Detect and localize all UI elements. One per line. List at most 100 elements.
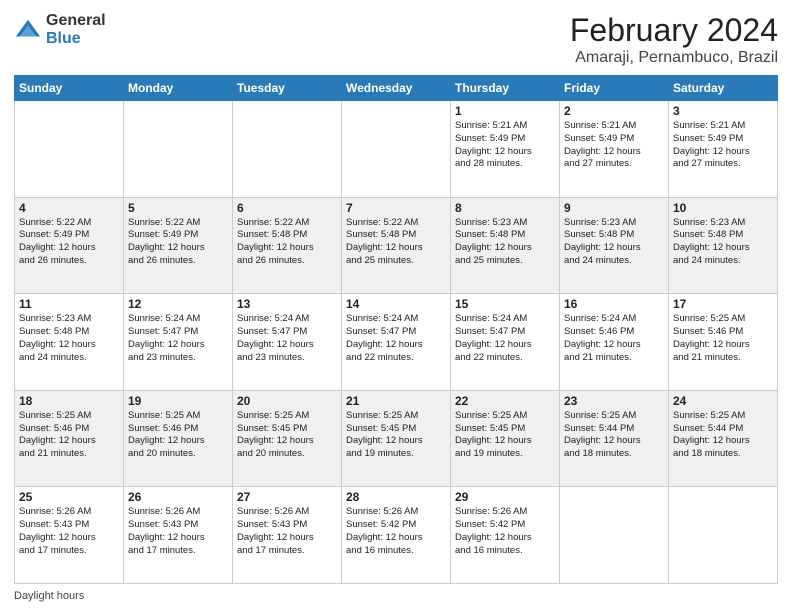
calendar-cell: 6Sunrise: 5:22 AMSunset: 5:48 PMDaylight…: [233, 197, 342, 294]
day-number: 11: [19, 297, 119, 311]
header: General Blue February 2024 Amaraji, Pern…: [14, 12, 778, 67]
calendar-week-row: 1 Sunrise: 5:21 AMSunset: 5:49 PMDaylight…: [15, 101, 778, 198]
day-header-thursday: Thursday: [451, 76, 560, 101]
calendar-week-row: 11 Sunrise: 5:23 AMSunset: 5:48 PMDayligh…: [15, 294, 778, 391]
day-number: 20: [237, 394, 337, 408]
day-info: Sunrise: 5:24 AMSunset: 5:47 PMDaylight:…: [237, 313, 337, 364]
calendar-cell: 13 Sunrise: 5:24 AMSunset: 5:47 PMDayligh…: [233, 294, 342, 391]
day-info: Sunrise: 5:21 AMSunset: 5:49 PMDaylight:…: [673, 120, 773, 171]
calendar-week-row: 18 Sunrise: 5:25 AMSunset: 5:46 PMDayligh…: [15, 390, 778, 487]
day-number: 24: [673, 394, 773, 408]
calendar-cell: 15 Sunrise: 5:24 AMSunset: 5:47 PMDayligh…: [451, 294, 560, 391]
day-number: 25: [19, 490, 119, 504]
logo-general: General: [46, 12, 106, 30]
calendar-week-row: 4 Sunrise: 5:22 AMSunset: 5:49 PMDaylight…: [15, 197, 778, 294]
day-info: Sunrise: 5:21 AMSunset: 5:49 PMDaylight:…: [455, 120, 555, 171]
day-header-wednesday: Wednesday: [342, 76, 451, 101]
title-month: February 2024: [570, 12, 778, 49]
calendar-cell: [669, 487, 778, 584]
calendar-cell: 17Sunrise: 5:25 AMSunset: 5:46 PMDayligh…: [669, 294, 778, 391]
day-info: Sunrise: 5:22 AMSunset: 5:49 PMDaylight:…: [128, 217, 228, 268]
calendar-cell: 8 Sunrise: 5:23 AMSunset: 5:48 PMDaylight…: [451, 197, 560, 294]
logo-icon: [14, 16, 42, 44]
day-info: Sunrise: 5:25 AMSunset: 5:45 PMDaylight:…: [455, 410, 555, 461]
logo-text: General Blue: [46, 12, 106, 47]
day-number: 22: [455, 394, 555, 408]
title-location: Amaraji, Pernambuco, Brazil: [570, 49, 778, 67]
calendar-cell: 11 Sunrise: 5:23 AMSunset: 5:48 PMDayligh…: [15, 294, 124, 391]
calendar-cell: [233, 101, 342, 198]
calendar-cell: 3 Sunrise: 5:21 AMSunset: 5:49 PMDaylight…: [669, 101, 778, 198]
day-number: 27: [237, 490, 337, 504]
day-info: Sunrise: 5:23 AMSunset: 5:48 PMDaylight:…: [455, 217, 555, 268]
day-info: Sunrise: 5:24 AMSunset: 5:47 PMDaylight:…: [455, 313, 555, 364]
calendar-cell: 18Sunrise: 5:25 AMSunset: 5:46 PMDayligh…: [15, 390, 124, 487]
day-number: 9: [564, 201, 664, 215]
calendar-cell: 25 Sunrise: 5:26 AMSunset: 5:43 PMDayligh…: [15, 487, 124, 584]
calendar-cell: [560, 487, 669, 584]
calendar-cell: 19 Sunrise: 5:25 AMSunset: 5:46 PMDayligh…: [124, 390, 233, 487]
day-info: Sunrise: 5:22 AMSunset: 5:49 PMDaylight:…: [19, 217, 119, 268]
day-number: 4: [19, 201, 119, 215]
calendar-cell: 22 Sunrise: 5:25 AMSunset: 5:45 PMDayligh…: [451, 390, 560, 487]
calendar-cell: 4 Sunrise: 5:22 AMSunset: 5:49 PMDaylight…: [15, 197, 124, 294]
day-number: 8: [455, 201, 555, 215]
calendar-cell: [124, 101, 233, 198]
day-info: Sunrise: 5:24 AMSunset: 5:46 PMDaylight:…: [564, 313, 664, 364]
calendar-header-row: SundayMondayTuesdayWednesdayThursdayFrid…: [15, 76, 778, 101]
day-number: 28: [346, 490, 446, 504]
calendar-cell: [342, 101, 451, 198]
logo: General Blue: [14, 12, 106, 47]
day-info: Sunrise: 5:23 AMSunset: 5:48 PMDaylight:…: [19, 313, 119, 364]
day-header-tuesday: Tuesday: [233, 76, 342, 101]
day-info: Sunrise: 5:23 AMSunset: 5:48 PMDaylight:…: [673, 217, 773, 268]
page: General Blue February 2024 Amaraji, Pern…: [0, 0, 792, 612]
title-block: February 2024 Amaraji, Pernambuco, Brazi…: [570, 12, 778, 67]
calendar-cell: 27 Sunrise: 5:26 AMSunset: 5:43 PMDayligh…: [233, 487, 342, 584]
day-info: Sunrise: 5:25 AMSunset: 5:44 PMDaylight:…: [673, 410, 773, 461]
day-info: Sunrise: 5:26 AMSunset: 5:43 PMDaylight:…: [19, 506, 119, 557]
day-number: 15: [455, 297, 555, 311]
day-number: 3: [673, 104, 773, 118]
calendar-table: SundayMondayTuesdayWednesdayThursdayFrid…: [14, 75, 778, 584]
calendar-cell: 26Sunrise: 5:26 AMSunset: 5:43 PMDayligh…: [124, 487, 233, 584]
calendar-cell: 9 Sunrise: 5:23 AMSunset: 5:48 PMDaylight…: [560, 197, 669, 294]
day-number: 26: [128, 490, 228, 504]
day-info: Sunrise: 5:25 AMSunset: 5:45 PMDaylight:…: [237, 410, 337, 461]
day-info: Sunrise: 5:26 AMSunset: 5:43 PMDaylight:…: [237, 506, 337, 557]
calendar-cell: [15, 101, 124, 198]
day-info: Sunrise: 5:25 AMSunset: 5:44 PMDaylight:…: [564, 410, 664, 461]
calendar-cell: 1 Sunrise: 5:21 AMSunset: 5:49 PMDaylight…: [451, 101, 560, 198]
calendar-cell: 29 Sunrise: 5:26 AMSunset: 5:42 PMDayligh…: [451, 487, 560, 584]
day-number: 29: [455, 490, 555, 504]
footer-label: Daylight hours: [14, 590, 84, 602]
day-number: 13: [237, 297, 337, 311]
day-number: 6: [237, 201, 337, 215]
day-number: 2: [564, 104, 664, 118]
day-number: 23: [564, 394, 664, 408]
calendar-cell: 14Sunrise: 5:24 AMSunset: 5:47 PMDayligh…: [342, 294, 451, 391]
day-info: Sunrise: 5:24 AMSunset: 5:47 PMDaylight:…: [346, 313, 446, 364]
day-header-friday: Friday: [560, 76, 669, 101]
day-header-sunday: Sunday: [15, 76, 124, 101]
day-header-saturday: Saturday: [669, 76, 778, 101]
calendar-week-row: 25 Sunrise: 5:26 AMSunset: 5:43 PMDayligh…: [15, 487, 778, 584]
footer: Daylight hours: [14, 590, 778, 602]
calendar-cell: 20 Sunrise: 5:25 AMSunset: 5:45 PMDayligh…: [233, 390, 342, 487]
day-info: Sunrise: 5:24 AMSunset: 5:47 PMDaylight:…: [128, 313, 228, 364]
logo-blue: Blue: [46, 30, 106, 48]
calendar-cell: 7 Sunrise: 5:22 AMSunset: 5:48 PMDaylight…: [342, 197, 451, 294]
day-info: Sunrise: 5:25 AMSunset: 5:46 PMDaylight:…: [128, 410, 228, 461]
calendar-cell: 2Sunrise: 5:21 AMSunset: 5:49 PMDaylight…: [560, 101, 669, 198]
day-info: Sunrise: 5:22 AMSunset: 5:48 PMDaylight:…: [346, 217, 446, 268]
day-info: Sunrise: 5:23 AMSunset: 5:48 PMDaylight:…: [564, 217, 664, 268]
day-number: 7: [346, 201, 446, 215]
day-number: 18: [19, 394, 119, 408]
calendar-cell: 21Sunrise: 5:25 AMSunset: 5:45 PMDayligh…: [342, 390, 451, 487]
day-info: Sunrise: 5:26 AMSunset: 5:42 PMDaylight:…: [455, 506, 555, 557]
day-number: 19: [128, 394, 228, 408]
day-number: 1: [455, 104, 555, 118]
calendar-cell: 16Sunrise: 5:24 AMSunset: 5:46 PMDayligh…: [560, 294, 669, 391]
day-number: 21: [346, 394, 446, 408]
calendar-cell: 23 Sunrise: 5:25 AMSunset: 5:44 PMDayligh…: [560, 390, 669, 487]
